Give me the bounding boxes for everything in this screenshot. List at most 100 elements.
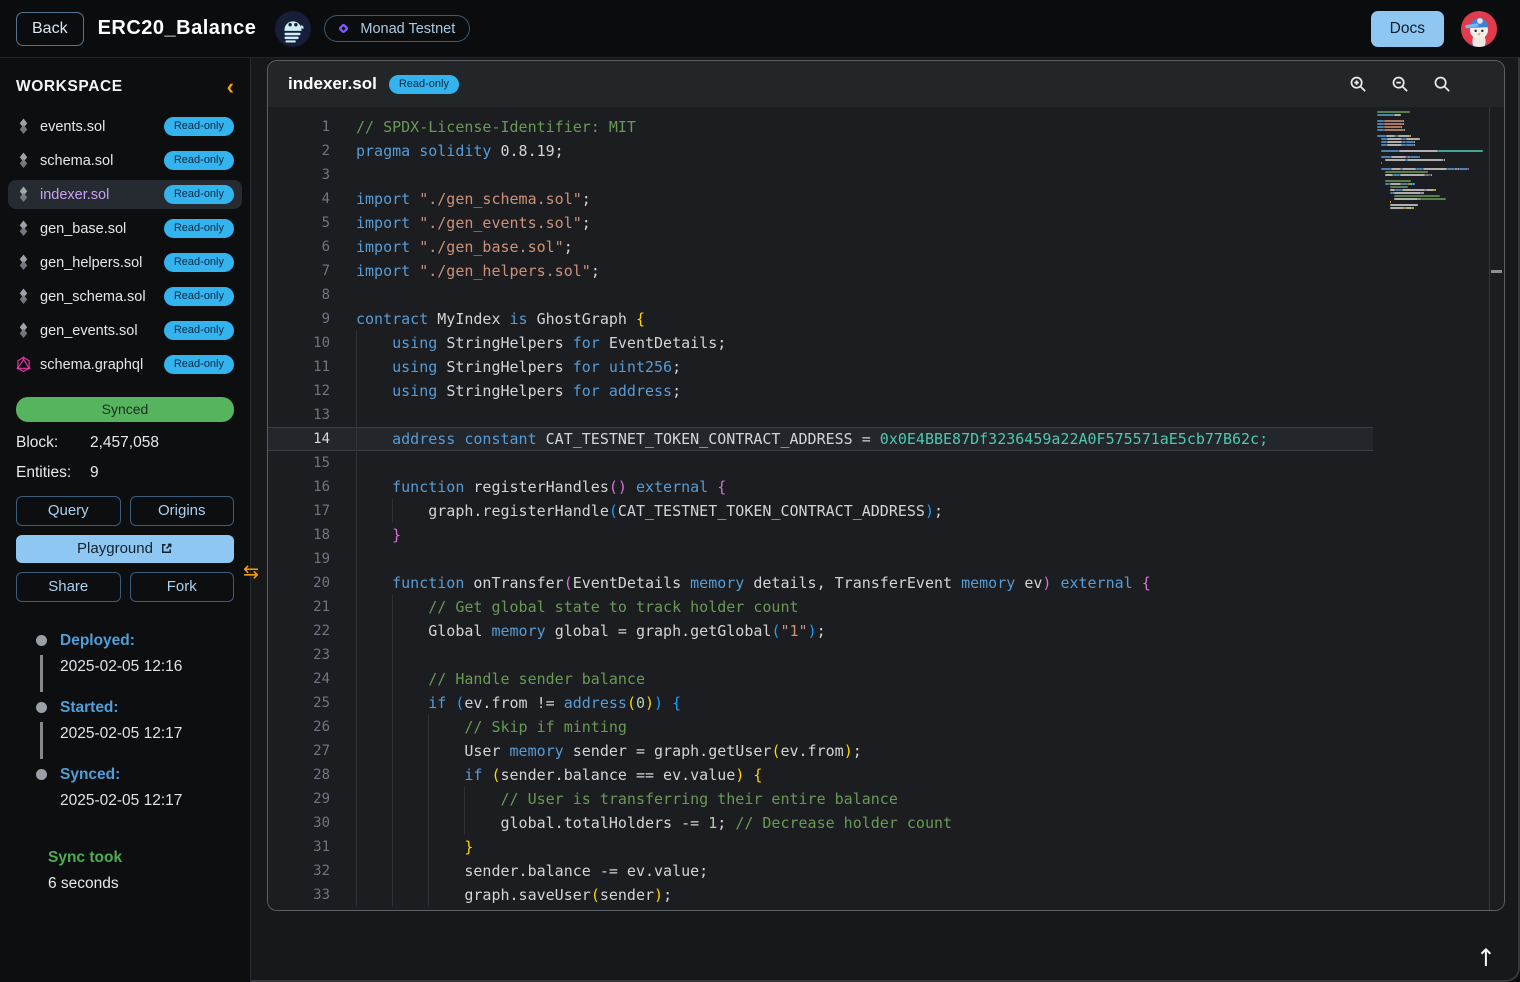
line-number: 10 xyxy=(268,331,330,355)
top-bar: Back ERC20_Balance Monad Testnet Docs xyxy=(0,0,1520,58)
zoom-out-icon[interactable] xyxy=(1391,75,1410,94)
file-item-gen_schema.sol[interactable]: gen_schema.solRead-only xyxy=(8,282,242,311)
fork-button[interactable]: Fork xyxy=(130,572,235,602)
code-lines: 1// SPDX-License-Identifier: MIT2pragma … xyxy=(268,107,1373,907)
code-line: 12 using StringHelpers for address; xyxy=(268,379,1373,403)
solidity-file-icon xyxy=(16,186,31,203)
code-line: 27 User memory sender = graph.getUser(ev… xyxy=(268,739,1373,763)
entities-value: 9 xyxy=(90,464,234,482)
line-number: 18 xyxy=(268,523,330,547)
code-line: 1// SPDX-License-Identifier: MIT xyxy=(268,115,1373,139)
share-button[interactable]: Share xyxy=(16,572,121,602)
solidity-file-icon xyxy=(16,322,31,339)
minimap[interactable] xyxy=(1377,111,1487,210)
workspace-sidebar: WORKSPACE ‹ events.solRead-only schema.s… xyxy=(0,58,251,982)
line-number: 20 xyxy=(268,571,330,595)
entities-stat: Entities: 9 xyxy=(16,464,234,482)
line-number: 13 xyxy=(268,403,330,427)
docs-button[interactable]: Docs xyxy=(1371,11,1444,47)
readonly-badge: Read-only xyxy=(164,219,234,238)
file-item-gen_events.sol[interactable]: gen_events.solRead-only xyxy=(8,316,242,345)
file-name: gen_base.sol xyxy=(40,221,155,237)
file-item-schema.sol[interactable]: schema.solRead-only xyxy=(8,146,242,175)
file-name: schema.sol xyxy=(40,153,155,169)
timeline-event: Deployed: 2025-02-05 12:16 xyxy=(60,632,234,699)
line-number: 7 xyxy=(268,259,330,283)
synced-status-button[interactable]: Synced xyxy=(16,397,234,422)
line-number: 5 xyxy=(268,211,330,235)
origins-button[interactable]: Origins xyxy=(130,496,235,526)
editor-card: indexer.sol Read-only xyxy=(267,60,1505,911)
file-list: events.solRead-only schema.solRead-only … xyxy=(16,112,234,379)
sync-took-value: 6 seconds xyxy=(48,875,234,893)
code-line: 28 if (sender.balance == ev.value) { xyxy=(268,763,1373,787)
file-item-indexer.sol[interactable]: indexer.solRead-only xyxy=(8,180,242,209)
line-number: 8 xyxy=(268,283,330,307)
timeline-dot xyxy=(36,702,47,713)
scroll-to-top-button[interactable]: ↑ xyxy=(1476,944,1496,972)
code-line: 19 xyxy=(268,547,1373,571)
sidebar-resize-handle-icon[interactable]: ⇆ xyxy=(243,561,259,583)
file-item-events.sol[interactable]: events.solRead-only xyxy=(8,112,242,141)
code-line: 32 sender.balance -= ev.value; xyxy=(268,859,1373,883)
solidity-file-icon xyxy=(16,254,31,271)
line-number: 6 xyxy=(268,235,330,259)
entities-label: Entities: xyxy=(16,464,90,482)
deploy-timeline: Deployed: 2025-02-05 12:16 Started: 2025… xyxy=(16,632,234,833)
file-name: gen_schema.sol xyxy=(40,289,155,305)
network-badge[interactable]: Monad Testnet xyxy=(324,15,470,42)
readonly-badge: Read-only xyxy=(164,185,234,204)
code-line: 23 xyxy=(268,643,1373,667)
file-item-schema.graphql[interactable]: schema.graphqlRead-only xyxy=(8,350,242,379)
playground-button[interactable]: Playground xyxy=(16,535,234,563)
line-number: 4 xyxy=(268,187,330,211)
main-panel: indexer.sol Read-only xyxy=(251,58,1520,982)
line-number: 32 xyxy=(268,859,330,883)
code-line: 24 // Handle sender balance xyxy=(268,667,1373,691)
back-button[interactable]: Back xyxy=(16,12,84,46)
file-item-gen_base.sol[interactable]: gen_base.sol Read-only xyxy=(8,214,242,243)
code-line: 14 address constant CAT_TESTNET_TOKEN_CO… xyxy=(268,427,1373,451)
page-title: ERC20_Balance xyxy=(98,17,257,40)
line-number: 15 xyxy=(268,451,330,475)
line-number: 2 xyxy=(268,139,330,163)
timeline-time: 2025-02-05 12:17 xyxy=(60,725,234,743)
line-number: 16 xyxy=(268,475,330,499)
code-line: 6import "./gen_base.sol"; xyxy=(268,235,1373,259)
line-number: 24 xyxy=(268,667,330,691)
code-editor[interactable]: 1// SPDX-License-Identifier: MIT2pragma … xyxy=(268,107,1504,910)
zoom-in-icon[interactable] xyxy=(1349,75,1368,94)
block-value: 2,457,058 xyxy=(90,434,234,452)
code-line: 26 // Skip if minting xyxy=(268,715,1373,739)
file-item-gen_helpers.sol[interactable]: gen_helpers.sol Read-only xyxy=(8,248,242,277)
search-icon[interactable] xyxy=(1433,75,1452,94)
timeline-event: Synced: 2025-02-05 12:17 xyxy=(60,766,234,833)
line-number: 21 xyxy=(268,595,330,619)
readonly-badge: Read-only xyxy=(164,321,234,340)
solidity-file-icon xyxy=(16,152,31,169)
solidity-file-icon xyxy=(16,220,31,237)
line-number: 26 xyxy=(268,715,330,739)
code-line: 17 graph.registerHandle(CAT_TESTNET_TOKE… xyxy=(268,499,1373,523)
block-label: Block: xyxy=(16,434,90,452)
collapse-sidebar-icon[interactable]: ‹ xyxy=(227,80,234,94)
code-line: 22 Global memory global = graph.getGloba… xyxy=(268,619,1373,643)
graphql-file-icon xyxy=(16,356,31,373)
overview-ruler[interactable] xyxy=(1489,107,1504,910)
line-number: 3 xyxy=(268,163,330,187)
user-avatar[interactable] xyxy=(1460,10,1498,48)
file-name: gen_helpers.sol xyxy=(40,255,155,271)
cursor-position-marker xyxy=(1491,270,1502,273)
query-button[interactable]: Query xyxy=(16,496,121,526)
timeline-dot xyxy=(36,635,47,646)
monad-diamond-icon xyxy=(335,20,352,37)
line-number: 23 xyxy=(268,643,330,667)
solidity-file-icon xyxy=(16,118,31,135)
sync-took: Sync took 6 seconds xyxy=(48,849,234,893)
sync-took-label: Sync took xyxy=(48,849,234,867)
workspace-header: WORKSPACE xyxy=(16,78,123,96)
readonly-badge: Read-only xyxy=(164,253,234,272)
external-link-icon xyxy=(160,542,173,555)
code-line: 30 global.totalHolders -= 1; // Decrease… xyxy=(268,811,1373,835)
solidity-file-icon xyxy=(16,288,31,305)
